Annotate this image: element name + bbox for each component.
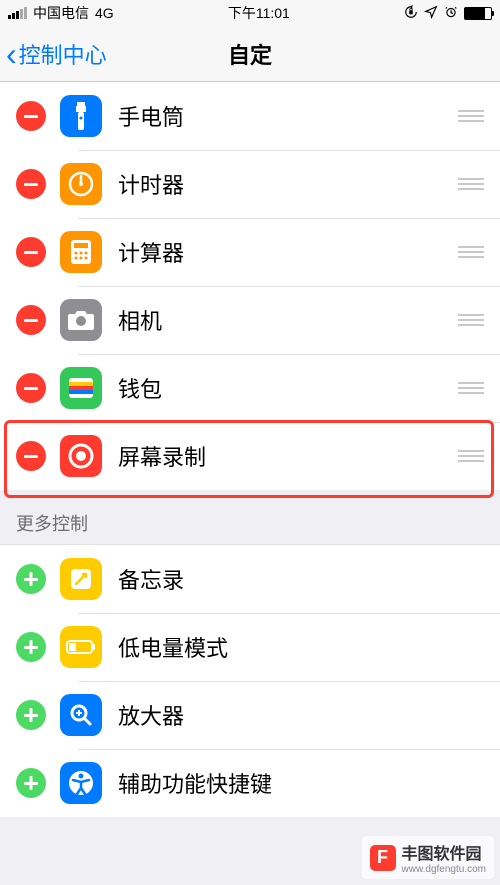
- location-icon: [424, 5, 438, 22]
- nav-bar: ‹ 控制中心 自定: [0, 26, 500, 82]
- watermark-logo-icon: F: [370, 845, 396, 871]
- included-list: 手电筒 计时器 计算器 相机 钱包: [0, 82, 500, 490]
- remove-button[interactable]: [16, 305, 46, 335]
- item-label: 辅助功能快捷键: [118, 767, 486, 799]
- back-label: 控制中心: [19, 38, 107, 70]
- signal-icon: [8, 7, 27, 19]
- watermark-url: www.dgfengtu.com: [402, 864, 487, 875]
- add-button[interactable]: [16, 700, 46, 730]
- battery-icon: [464, 7, 492, 20]
- drag-handle-icon[interactable]: [456, 110, 486, 122]
- add-button[interactable]: [16, 768, 46, 798]
- back-button[interactable]: ‹ 控制中心: [0, 38, 107, 70]
- remove-button[interactable]: [16, 101, 46, 131]
- status-bar: 中国电信 4G 下午11:01: [0, 0, 500, 26]
- remove-button[interactable]: [16, 169, 46, 199]
- item-label: 低电量模式: [118, 631, 486, 663]
- camera-icon: [60, 299, 102, 341]
- magnifier-icon: [60, 694, 102, 736]
- watermark-brand: 丰图软件园: [402, 840, 487, 864]
- item-label: 放大器: [118, 699, 486, 731]
- calculator-icon: [60, 231, 102, 273]
- list-item: 屏幕录制: [0, 422, 500, 490]
- rotation-lock-icon: [404, 5, 418, 22]
- low-power-icon: [60, 626, 102, 668]
- list-item: 辅助功能快捷键: [0, 749, 500, 817]
- item-label: 计时器: [118, 168, 456, 200]
- item-label: 屏幕录制: [118, 440, 456, 472]
- flashlight-icon: [60, 95, 102, 137]
- drag-handle-icon[interactable]: [456, 314, 486, 326]
- add-button[interactable]: [16, 564, 46, 594]
- list-item: 计算器: [0, 218, 500, 286]
- list-item: 备忘录: [0, 545, 500, 613]
- alarm-icon: [444, 5, 458, 22]
- list-item: 放大器: [0, 681, 500, 749]
- drag-handle-icon[interactable]: [456, 450, 486, 462]
- chevron-left-icon: ‹: [6, 38, 17, 70]
- drag-handle-icon[interactable]: [456, 178, 486, 190]
- drag-handle-icon[interactable]: [456, 382, 486, 394]
- add-button[interactable]: [16, 632, 46, 662]
- timer-icon: [60, 163, 102, 205]
- screen-recording-icon: [60, 435, 102, 477]
- wallet-icon: [60, 367, 102, 409]
- carrier-label: 中国电信: [33, 3, 89, 23]
- list-item: 低电量模式: [0, 613, 500, 681]
- remove-button[interactable]: [16, 373, 46, 403]
- watermark: F 丰图软件园 www.dgfengtu.com: [362, 836, 495, 879]
- network-label: 4G: [95, 5, 114, 21]
- clock-label: 下午11:01: [228, 3, 290, 23]
- more-controls-list: 备忘录 低电量模式 放大器 辅助功能快捷键: [0, 544, 500, 817]
- section-header: 更多控制: [0, 490, 500, 544]
- list-item: 相机: [0, 286, 500, 354]
- item-label: 手电筒: [118, 100, 456, 132]
- notes-icon: [60, 558, 102, 600]
- remove-button[interactable]: [16, 237, 46, 267]
- list-item: 计时器: [0, 150, 500, 218]
- item-label: 钱包: [118, 372, 456, 404]
- list-item: 手电筒: [0, 82, 500, 150]
- item-label: 备忘录: [118, 563, 486, 595]
- list-item: 钱包: [0, 354, 500, 422]
- remove-button[interactable]: [16, 441, 46, 471]
- drag-handle-icon[interactable]: [456, 246, 486, 258]
- item-label: 计算器: [118, 236, 456, 268]
- item-label: 相机: [118, 304, 456, 336]
- accessibility-icon: [60, 762, 102, 804]
